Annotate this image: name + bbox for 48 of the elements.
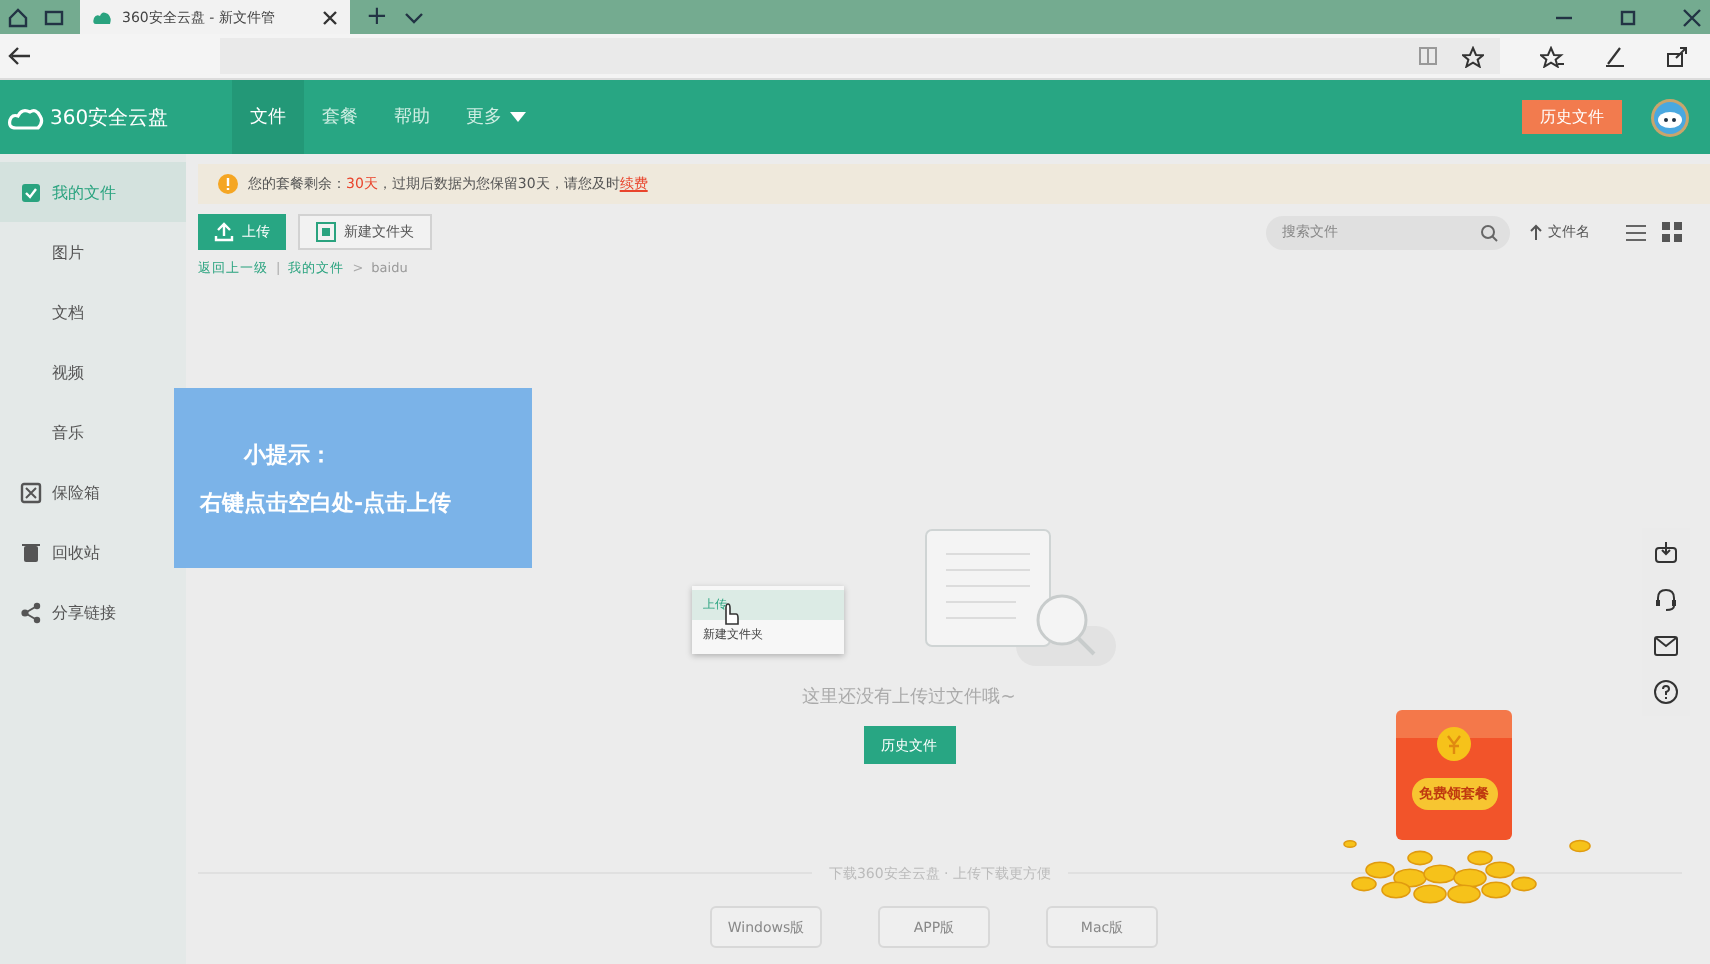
reading-view-icon	[1418, 46, 1438, 66]
tip-title: 小提示：	[241, 439, 334, 469]
sidebar-item[interactable]: 视频	[0, 342, 186, 402]
chevron-down-icon[interactable]	[403, 9, 424, 25]
favorites-icon[interactable]	[1540, 45, 1564, 67]
arrow-up-icon	[1530, 224, 1542, 240]
history-button[interactable]: 历史文件	[1522, 100, 1622, 134]
sidebar-item[interactable]: 我的文件	[0, 162, 186, 222]
trash-icon	[20, 541, 42, 563]
nav-tab[interactable]: 文件	[232, 80, 304, 154]
sidebar-item[interactable]: 分享链接	[0, 582, 186, 642]
restore-icon[interactable]	[1618, 7, 1638, 27]
share-icon[interactable]	[1666, 45, 1688, 67]
back-icon[interactable]	[8, 46, 32, 66]
share-icon	[20, 601, 42, 623]
close-icon[interactable]	[322, 9, 338, 25]
boxed-x-icon	[20, 481, 42, 503]
pen-icon[interactable]	[1604, 45, 1626, 67]
mail-icon[interactable]	[1654, 636, 1678, 656]
cloud-icon	[92, 9, 112, 25]
empty-message: 这里还没有上传过文件哦~	[802, 685, 1016, 710]
sidebar-item[interactable]: 图片	[0, 222, 186, 282]
address-field[interactable]	[220, 38, 1500, 74]
tabs-icon[interactable]	[44, 7, 64, 27]
new-tab-button[interactable]: +	[366, 4, 388, 30]
star-icon[interactable]	[1462, 45, 1484, 67]
nav-tab[interactable]: 套餐	[304, 80, 376, 154]
sidebar-item[interactable]: 回收站	[0, 522, 186, 582]
list-view-icon[interactable]	[1626, 223, 1646, 241]
nav-tab[interactable]: 更多	[448, 80, 544, 154]
avatar-icon[interactable]	[1650, 97, 1690, 137]
yuan-coin-icon	[1436, 726, 1472, 762]
cloud-icon	[8, 105, 44, 129]
nav-tab[interactable]: 帮助	[376, 80, 448, 154]
help-icon[interactable]	[1654, 680, 1678, 704]
checked-box-icon	[20, 181, 42, 203]
close-icon[interactable]	[1682, 7, 1702, 27]
sidebar-item[interactable]: 保险箱	[0, 462, 186, 522]
upload-icon	[214, 222, 234, 242]
download-icon[interactable]	[1654, 540, 1678, 564]
home-icon[interactable]	[8, 7, 28, 27]
folder-icon	[316, 222, 336, 242]
headset-icon[interactable]	[1654, 588, 1678, 612]
logo-text: 360安全云盘	[50, 105, 169, 131]
tip-text: 右键点击空白处-点击上传	[200, 487, 454, 517]
warning-icon	[218, 174, 238, 194]
grid-view-icon[interactable]	[1662, 222, 1682, 242]
sidebar-item[interactable]: 文档	[0, 282, 186, 342]
